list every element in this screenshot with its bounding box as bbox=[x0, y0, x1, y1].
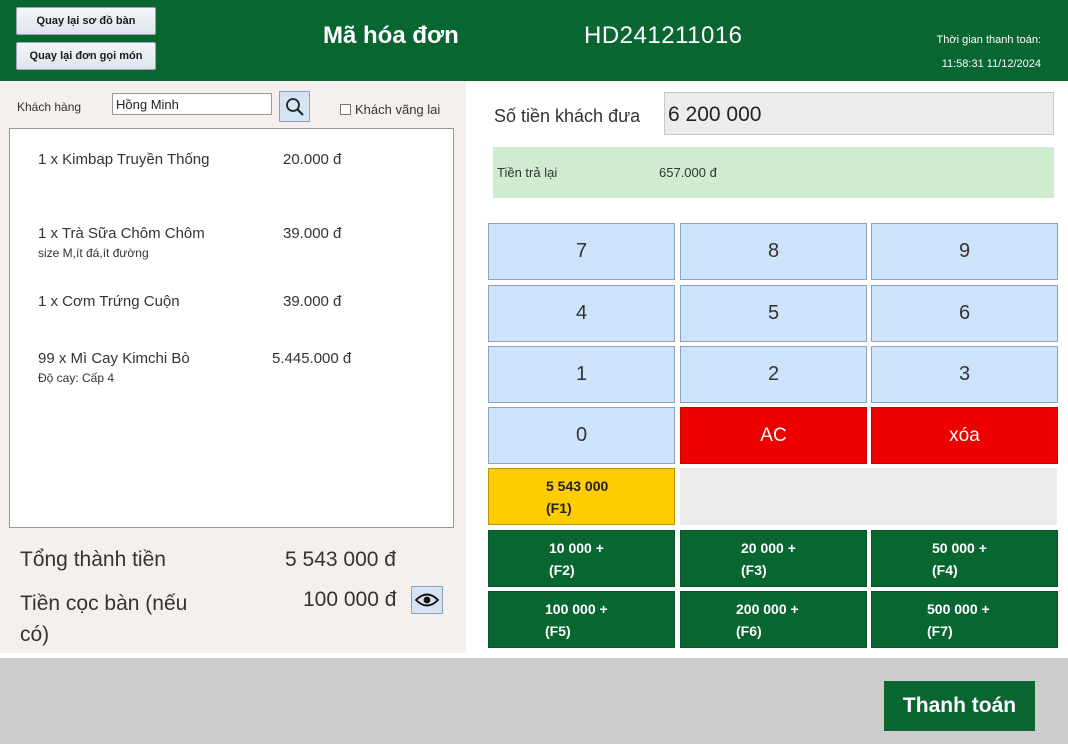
order-panel: Khách hàng Khách vãng lai 1 x Kimbap Tru… bbox=[0, 81, 466, 653]
order-item-price: 5.445.000 đ bbox=[272, 350, 352, 367]
keypad-3-button[interactable]: 3 bbox=[871, 346, 1058, 403]
header-bar: Quay lại sơ đồ bàn Quay lại đơn gọi món … bbox=[0, 0, 1068, 81]
eye-icon bbox=[415, 593, 439, 607]
view-deposit-button[interactable] bbox=[411, 586, 443, 614]
keypad-6-button[interactable]: 6 bbox=[871, 285, 1058, 342]
quick-amount-key: (F3) bbox=[741, 561, 767, 578]
walk-in-checkbox[interactable]: Khách vãng lai bbox=[340, 102, 440, 117]
keypad-5-button[interactable]: 5 bbox=[680, 285, 867, 342]
quick-amount-key: (F2) bbox=[549, 561, 575, 578]
empty-keypad-area bbox=[680, 468, 1057, 525]
keypad-1-button[interactable]: 1 bbox=[488, 346, 675, 403]
quick-amount-key: (F5) bbox=[545, 622, 571, 639]
quick-amount-label: 50 000 + bbox=[932, 539, 987, 556]
delete-button[interactable]: xóa bbox=[871, 407, 1058, 464]
quick-amount-key: (F4) bbox=[932, 561, 958, 578]
paid-amount-input[interactable]: 6 200 000 bbox=[664, 92, 1054, 135]
quick-amount-key: (F7) bbox=[927, 622, 953, 639]
exact-amount-label: 5 543 000 bbox=[546, 477, 609, 494]
change-box: Tiền trả lại 657.000 đ bbox=[493, 147, 1054, 198]
back-to-order-button[interactable]: Quay lại đơn gọi món bbox=[16, 42, 156, 70]
total-label: Tổng thành tiền bbox=[20, 548, 166, 571]
order-item-name: 1 x Kimbap Truyền Thống bbox=[38, 151, 210, 168]
quick-add-50000-button[interactable]: 50 000 + (F4) bbox=[871, 530, 1058, 587]
deposit-value: 100 000 đ bbox=[303, 588, 397, 611]
quick-add-20000-button[interactable]: 20 000 + (F3) bbox=[680, 530, 867, 587]
keypad-7-button[interactable]: 7 bbox=[488, 223, 675, 280]
invoice-code: HD241211016 bbox=[584, 22, 743, 49]
quick-add-200000-button[interactable]: 200 000 + (F6) bbox=[680, 591, 867, 648]
paid-amount-label: Số tiền khách đưa bbox=[494, 106, 641, 126]
quick-add-500000-button[interactable]: 500 000 + (F7) bbox=[871, 591, 1058, 648]
order-item-price: 20.000 đ bbox=[283, 151, 342, 168]
keypad-4-button[interactable]: 4 bbox=[488, 285, 675, 342]
search-icon bbox=[285, 97, 304, 116]
back-to-table-map-button[interactable]: Quay lại sơ đồ bàn bbox=[16, 7, 156, 35]
customer-input[interactable] bbox=[112, 93, 272, 115]
order-item-note: size M,ít đá,ít đường bbox=[38, 246, 149, 260]
customer-label: Khách hàng bbox=[17, 100, 82, 114]
order-item-note: Độ cay: Cấp 4 bbox=[38, 371, 115, 385]
total-value: 5 543 000 đ bbox=[285, 548, 396, 571]
exact-amount-button[interactable]: 5 543 000 (F1) bbox=[488, 468, 675, 525]
quick-amount-label: 10 000 + bbox=[549, 539, 604, 556]
quick-amount-label: 500 000 + bbox=[927, 600, 990, 617]
order-item-price: 39.000 đ bbox=[283, 225, 342, 242]
payment-time: 11:58:31 11/12/2024 bbox=[941, 58, 1041, 70]
quick-add-10000-button[interactable]: 10 000 + (F2) bbox=[488, 530, 675, 587]
footer-bar: Thanh toán bbox=[0, 658, 1068, 744]
keypad-2-button[interactable]: 2 bbox=[680, 346, 867, 403]
deposit-label: Tiền cọc bàn (nếu có) bbox=[20, 592, 188, 646]
keypad-9-button[interactable]: 9 bbox=[871, 223, 1058, 280]
walk-in-label: Khách vãng lai bbox=[355, 102, 441, 117]
quick-add-100000-button[interactable]: 100 000 + (F5) bbox=[488, 591, 675, 648]
page-title: Mã hóa đơn bbox=[323, 22, 459, 49]
customer-search-button[interactable] bbox=[279, 91, 310, 122]
exact-amount-key: (F1) bbox=[546, 499, 572, 516]
change-label: Tiền trả lại bbox=[497, 165, 558, 180]
checkbox-box[interactable] bbox=[340, 104, 351, 115]
payment-time-label: Thời gian thanh toán: bbox=[936, 34, 1041, 46]
pay-button[interactable]: Thanh toán bbox=[884, 681, 1035, 731]
quick-amount-label: 100 000 + bbox=[545, 600, 608, 617]
keypad-0-button[interactable]: 0 bbox=[488, 407, 675, 464]
quick-amount-label: 20 000 + bbox=[741, 539, 796, 556]
change-value: 657.000 đ bbox=[659, 165, 717, 180]
quick-amount-label: 200 000 + bbox=[736, 600, 799, 617]
order-item-price: 39.000 đ bbox=[283, 293, 342, 310]
order-list: 1 x Kimbap Truyền Thống 20.000 đ 1 x Trà… bbox=[9, 128, 454, 528]
quick-amount-key: (F6) bbox=[736, 622, 762, 639]
keypad-8-button[interactable]: 8 bbox=[680, 223, 867, 280]
clear-all-button[interactable]: AC bbox=[680, 407, 867, 464]
